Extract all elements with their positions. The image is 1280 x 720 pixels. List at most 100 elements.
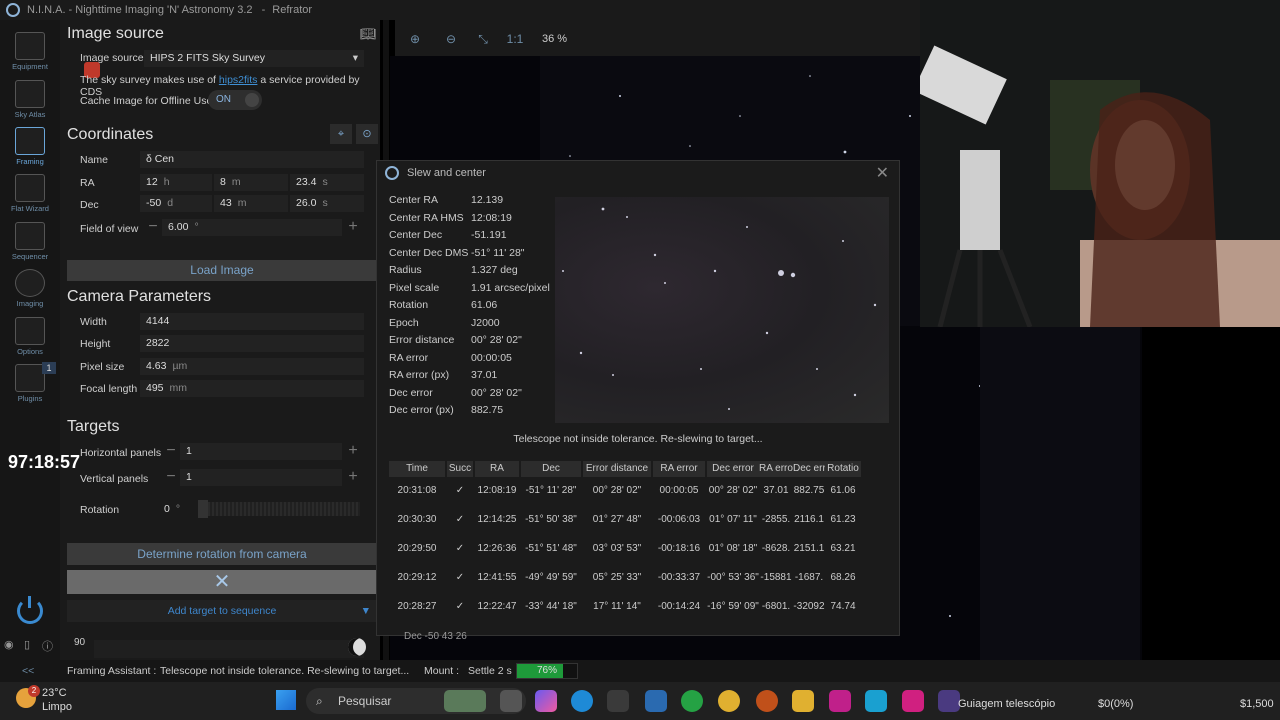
collapse-icon[interactable]: << bbox=[22, 660, 34, 682]
taskbar-app-label[interactable]: Guiagem telescópio bbox=[958, 698, 1055, 710]
horizontal-panels-input[interactable]: 1 bbox=[180, 443, 342, 460]
column-header[interactable]: Dec err bbox=[793, 461, 825, 477]
unit: µm bbox=[172, 360, 188, 372]
dec-degrees: -50 bbox=[146, 197, 162, 209]
book-icon[interactable]: 📖︎ bbox=[360, 26, 377, 42]
zoom-in-icon[interactable]: ⊕ bbox=[401, 26, 429, 52]
nav-label: Flat Wizard bbox=[11, 204, 49, 213]
eye-icon[interactable]: ◉ bbox=[4, 638, 18, 652]
app-icon[interactable] bbox=[829, 690, 851, 712]
close-icon[interactable]: ✕ bbox=[67, 570, 377, 594]
nav-sky-atlas[interactable]: Sky Atlas bbox=[0, 80, 60, 119]
settle-progress-bar: 76% bbox=[516, 663, 578, 679]
ra-minutes-input[interactable]: 8m bbox=[214, 174, 288, 191]
column-header[interactable]: Rotatio bbox=[825, 461, 861, 477]
fov-plus-button[interactable]: + bbox=[344, 219, 362, 237]
nav-imaging[interactable]: Imaging bbox=[0, 269, 60, 308]
vertical-panels-input[interactable]: 1 bbox=[180, 469, 342, 486]
column-header[interactable]: RA erro bbox=[759, 461, 793, 477]
nav-equipment[interactable]: Equipment bbox=[0, 32, 60, 71]
app-icon[interactable] bbox=[865, 690, 887, 712]
hpanels-minus-button[interactable]: − bbox=[162, 443, 180, 461]
ra-minutes: 8 bbox=[220, 176, 226, 188]
dec-minutes-input[interactable]: 43 m bbox=[214, 195, 288, 212]
table-cell: 63.21 bbox=[830, 543, 856, 554]
location-pin-icon[interactable]: ⊙ bbox=[356, 124, 378, 144]
taskbar-search[interactable]: ⌕ Pesquisar bbox=[306, 688, 526, 714]
book-icon[interactable]: ▯ bbox=[24, 638, 38, 652]
store-icon[interactable] bbox=[607, 690, 629, 712]
hips2fits-link[interactable]: hips2fits bbox=[219, 74, 258, 86]
chevron-down-icon: ▼ bbox=[360, 605, 371, 617]
focal-length-input[interactable]: 495 mm bbox=[140, 380, 364, 397]
nav-framing[interactable]: Framing bbox=[0, 127, 60, 166]
column-header[interactable]: RA bbox=[475, 461, 519, 477]
close-icon[interactable]: ✕ bbox=[876, 163, 889, 183]
column-header[interactable]: Error distance bbox=[583, 461, 651, 477]
column-header[interactable]: Dec bbox=[521, 461, 581, 477]
file-explorer-icon[interactable] bbox=[792, 690, 814, 712]
copilot-icon[interactable] bbox=[535, 690, 557, 712]
dec-degrees-input[interactable]: -50 d bbox=[140, 195, 212, 212]
windows-start-icon[interactable] bbox=[276, 690, 296, 710]
table-cell: 74.74 bbox=[830, 601, 856, 612]
cache-toggle[interactable]: ON bbox=[208, 90, 262, 110]
vpanels-plus-button[interactable]: + bbox=[344, 469, 362, 487]
table-cell: 00° 28' 02" bbox=[708, 485, 758, 496]
column-header[interactable]: Succ bbox=[447, 461, 473, 477]
vpanels-minus-button[interactable]: − bbox=[162, 469, 180, 487]
search-target-icon[interactable]: ⌖ bbox=[330, 124, 352, 144]
pixel-size-value: 4.63 bbox=[146, 360, 167, 372]
whatsapp-icon[interactable] bbox=[681, 690, 703, 712]
nav-sequencer[interactable]: Sequencer bbox=[0, 222, 60, 261]
opera-icon[interactable] bbox=[756, 690, 778, 712]
field-key: Epoch bbox=[389, 316, 419, 329]
widget-landscape-icon[interactable] bbox=[444, 690, 486, 712]
zoom-out-icon[interactable]: ⊖ bbox=[437, 26, 465, 52]
column-header[interactable]: RA error bbox=[653, 461, 705, 477]
height-input[interactable]: 2822 bbox=[140, 335, 364, 352]
dec-seconds-input[interactable]: 26.0 s bbox=[290, 195, 364, 212]
fit-to-screen-icon[interactable]: ⤡ bbox=[469, 26, 497, 52]
column-header[interactable]: Dec error bbox=[707, 461, 759, 477]
nav-label: Sequencer bbox=[11, 252, 49, 261]
rotation-input[interactable]: 0 ° bbox=[160, 501, 196, 518]
nav-options[interactable]: Options bbox=[0, 317, 60, 356]
edge-icon[interactable] bbox=[571, 690, 593, 712]
nina-taskbar-icon[interactable] bbox=[938, 690, 960, 712]
add-target-button[interactable]: Add target to sequence ▼ bbox=[67, 600, 377, 622]
field-value: 1.91 arcsec/pixel bbox=[471, 281, 550, 294]
unit: ° bbox=[175, 503, 181, 515]
ra-seconds-input[interactable]: 23.4 s bbox=[290, 174, 364, 191]
weather-condition[interactable]: Limpo bbox=[42, 701, 72, 713]
chrome-icon[interactable] bbox=[718, 690, 740, 712]
app-icon[interactable] bbox=[902, 690, 924, 712]
weather-temp[interactable]: 23°C bbox=[42, 687, 67, 699]
nav-flat-wizard[interactable]: Flat Wizard bbox=[0, 174, 60, 213]
load-image-button[interactable]: Load Image bbox=[67, 260, 377, 281]
zoom-1to1-button[interactable]: 1:1 bbox=[501, 26, 529, 52]
nav-label: Framing bbox=[16, 157, 44, 166]
app-icon[interactable] bbox=[645, 690, 667, 712]
target-name-input[interactable]: δ Cen bbox=[140, 151, 364, 168]
column-header[interactable]: Time bbox=[389, 461, 445, 477]
table-cell: 03° 03' 53" bbox=[592, 543, 642, 554]
rotation-slider[interactable] bbox=[200, 502, 360, 516]
hpanels-plus-button[interactable]: + bbox=[344, 443, 362, 461]
fov-input[interactable]: 6.00 ° bbox=[162, 219, 342, 236]
width-input[interactable]: 4144 bbox=[140, 313, 364, 330]
determine-rotation-button[interactable]: Determine rotation from camera bbox=[67, 543, 377, 565]
task-view-icon[interactable] bbox=[500, 690, 522, 712]
pixel-size-input[interactable]: 4.63 µm bbox=[140, 358, 364, 375]
focal-length-label: Focal length bbox=[80, 383, 138, 395]
field-value: -51.191 bbox=[471, 229, 507, 241]
ticker-change: $0(0%) bbox=[1098, 698, 1134, 710]
image-source-select[interactable]: HIPS 2 FITS Sky Survey ▾ bbox=[144, 50, 364, 67]
rotation-slider-thumb[interactable] bbox=[198, 500, 208, 518]
ra-hours-input[interactable]: 12 h bbox=[140, 174, 212, 191]
table-cell: -32092 bbox=[793, 601, 825, 612]
fov-minus-button[interactable]: − bbox=[144, 219, 162, 237]
table-cell: 05° 25' 33" bbox=[592, 572, 642, 583]
power-icon[interactable] bbox=[17, 596, 43, 624]
info-icon[interactable]: ⓘ bbox=[42, 638, 56, 653]
